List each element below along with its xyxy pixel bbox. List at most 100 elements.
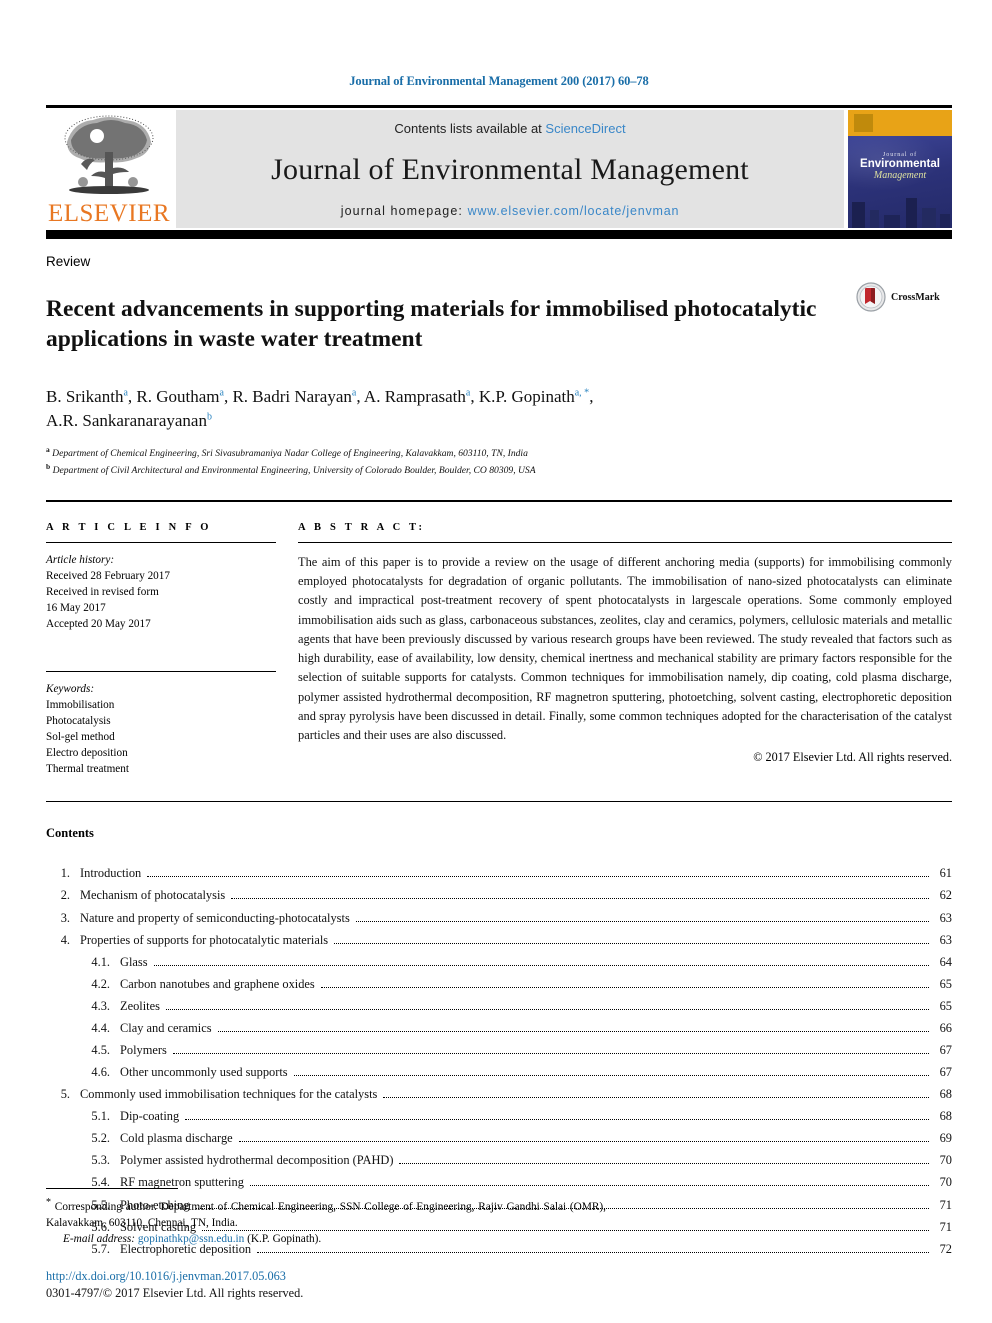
- toc-leader-dots: [217, 1030, 929, 1032]
- cover-kicker: Journal of: [882, 152, 918, 158]
- toc-leader-dots: [293, 1075, 929, 1077]
- author-affil-mark: a: [123, 386, 128, 398]
- journal-title: Journal of Environmental Management: [271, 153, 749, 186]
- contents-heading: Contents: [46, 826, 94, 841]
- running-head: Journal of Environmental Management 200 …: [349, 74, 649, 88]
- toc-entry-label: Other uncommonly used supports: [120, 1065, 288, 1080]
- author-affil-mark: b: [206, 411, 212, 423]
- toc-leader-dots: [320, 986, 929, 988]
- toc-entry[interactable]: 5.1. Dip-coating 68: [46, 1105, 952, 1127]
- info-abstract-section: A R T I C L E I N F O Article history: R…: [46, 522, 952, 777]
- keyword-item: Immobilisation: [46, 698, 115, 711]
- toc-entry[interactable]: 3. Nature and property of semiconducting-…: [46, 907, 952, 929]
- article-info-heading: A R T I C L E I N F O: [46, 521, 212, 533]
- homepage-url-link[interactable]: www.elsevier.com/locate/jenvman: [468, 204, 680, 218]
- keywords-block: Keywords: Immobilisation Photocatalysis …: [46, 670, 276, 778]
- toc-leader-dots: [231, 898, 929, 900]
- toc-leader-dots: [165, 1008, 929, 1010]
- toc-entry-label: Polymers: [120, 1042, 167, 1057]
- toc-leader-dots: [172, 1052, 929, 1054]
- affiliation-item: b Department of Civil Architectural and …: [46, 461, 952, 479]
- toc-leader-dots: [257, 1251, 929, 1253]
- toc-entry[interactable]: 5.2. Cold plasma discharge 69: [46, 1127, 952, 1149]
- footnote-asterisk-icon: *: [46, 1197, 51, 1209]
- keywords-label: Keywords:: [46, 682, 95, 695]
- toc-leader-dots: [249, 1185, 929, 1187]
- toc-entry-page: 72: [939, 1241, 952, 1256]
- toc-entry-page: 61: [939, 866, 952, 881]
- cover-title-line2: Management: [873, 170, 927, 181]
- doi-link[interactable]: http://dx.doi.org/10.1016/j.jenvman.2017…: [46, 1269, 303, 1284]
- masthead-bottom-rule: [46, 230, 952, 239]
- masthead-center-panel: Contents lists available at ScienceDirec…: [176, 110, 844, 228]
- footnote-text: * Corresponding author. Department of Ch…: [46, 1196, 606, 1231]
- email-link[interactable]: gopinathkp@ssn.edu.in: [138, 1233, 244, 1245]
- keyword-item: Sol-gel method: [46, 730, 115, 743]
- toc-entry-number: 1.: [60, 866, 70, 881]
- keywords-list: Keywords: Immobilisation Photocatalysis …: [46, 681, 276, 778]
- crossmark-icon: [856, 282, 886, 312]
- toc-entry-page: 70: [939, 1153, 952, 1168]
- toc-leader-dots: [238, 1141, 929, 1143]
- abstract-column: A B S T R A C T: The aim of this paper i…: [298, 522, 952, 777]
- abstract-heading: A B S T R A C T:: [298, 521, 426, 533]
- abstract-copyright: © 2017 Elsevier Ltd. All rights reserved…: [753, 750, 952, 765]
- elsevier-logo[interactable]: ELSEVIER: [46, 110, 172, 228]
- corresponding-author-text: Corresponding author. Department of Chem…: [46, 1200, 606, 1229]
- crossmark-label: CrossMark: [891, 291, 940, 303]
- toc-entry-number: 4.3.: [91, 998, 110, 1013]
- contents-available-prefix: Contents lists available at: [394, 121, 546, 136]
- cover-title-line1: Environmental: [860, 158, 940, 170]
- author-list: B. Srikantha, R. Gouthama, R. Badri Nara…: [46, 386, 594, 430]
- toc-entry-page: 71: [939, 1219, 952, 1234]
- article-history-label: Article history:: [46, 553, 115, 566]
- toc-entry[interactable]: 4.4. Clay and ceramics 66: [46, 1017, 952, 1039]
- history-item: Received 28 February 2017: [46, 570, 170, 583]
- toc-entry[interactable]: 5. Commonly used immobilisation technique…: [46, 1083, 952, 1105]
- toc-entry-label: Mechanism of photocatalysis: [80, 888, 226, 903]
- history-item: 16 May 2017: [46, 602, 106, 615]
- toc-entry[interactable]: 4. Properties of supports for photocataly…: [46, 929, 952, 951]
- title-row: Recent advancements in supporting materi…: [46, 278, 952, 371]
- toc-entry-label: Clay and ceramics: [120, 1020, 212, 1035]
- toc-entry[interactable]: 5.3. Polymer assisted hydrothermal decomp…: [46, 1149, 952, 1171]
- toc-entry-number: 5.3.: [91, 1153, 110, 1168]
- journal-cover-thumbnail[interactable]: Journal of Environmental Management: [848, 110, 952, 228]
- toc-entry-page: 68: [939, 1087, 952, 1102]
- journal-homepage-line: journal homepage: www.elsevier.com/locat…: [341, 204, 680, 218]
- toc-entry-label: Commonly used immobilisation techniques …: [80, 1087, 378, 1102]
- toc-leader-dots: [153, 964, 929, 966]
- toc-entry[interactable]: 4.2. Carbon nanotubes and graphene oxides…: [46, 973, 952, 995]
- author-name: K.P. Gopinath: [478, 386, 575, 406]
- doi-block: http://dx.doi.org/10.1016/j.jenvman.2017…: [46, 1269, 303, 1301]
- toc-entry-page: 68: [939, 1109, 952, 1124]
- toc-entry[interactable]: 4.1. Glass 64: [46, 951, 952, 973]
- crossmark-badge[interactable]: CrossMark: [856, 278, 952, 312]
- toc-entry[interactable]: 4.5. Polymers 67: [46, 1039, 952, 1061]
- toc-entry-page: 66: [939, 1020, 952, 1035]
- toc-entry[interactable]: 1. Introduction 61: [46, 862, 952, 884]
- homepage-label: journal homepage:: [340, 204, 468, 218]
- toc-entry-number: 4.2.: [91, 976, 110, 991]
- author-affil-mark: a, *: [574, 386, 590, 398]
- toc-entry[interactable]: 2. Mechanism of photocatalysis 62: [46, 884, 952, 906]
- toc-entry-label: Cold plasma discharge: [120, 1131, 233, 1146]
- footnote-email-line: E-mail address: gopinathkp@ssn.edu.in (K…: [46, 1233, 606, 1245]
- toc-entry[interactable]: 4.6. Other uncommonly used supports 67: [46, 1061, 952, 1083]
- toc-entry-number: 3.: [60, 910, 70, 925]
- masthead-top-rule: [46, 105, 952, 108]
- toc-entry-number: 4.5.: [91, 1042, 110, 1057]
- toc-leader-dots: [355, 920, 929, 922]
- author-affil-mark: a: [465, 386, 471, 398]
- author-name: B. Srikanth: [46, 386, 124, 406]
- sciencedirect-link[interactable]: ScienceDirect: [545, 121, 625, 136]
- toc-leader-dots: [185, 1119, 929, 1121]
- toc-leader-dots: [383, 1097, 929, 1099]
- article-info-rule: [46, 541, 276, 543]
- toc-entry-page: 69: [939, 1131, 952, 1146]
- toc-entry[interactable]: 4.3. Zeolites 65: [46, 995, 952, 1017]
- keyword-item: Electro deposition: [46, 747, 128, 760]
- keyword-item: Photocatalysis: [46, 714, 111, 727]
- history-item: Accepted 20 May 2017: [46, 618, 151, 631]
- toc-entry-page: 64: [939, 954, 952, 969]
